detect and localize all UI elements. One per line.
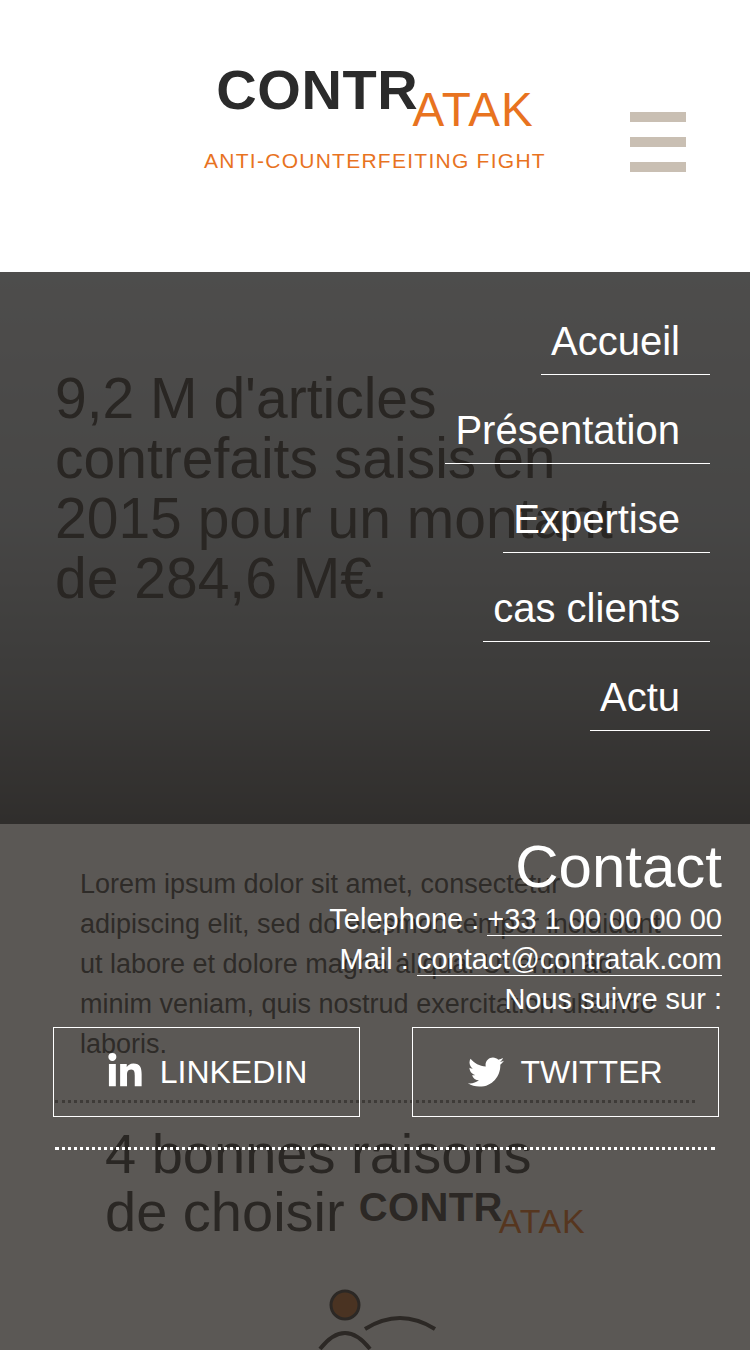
logo-word-orange: ATAK: [413, 86, 534, 134]
nav-menu: Accueil Présentation Expertise cas clients A…: [445, 316, 750, 731]
logo-word-dark: CONTR: [216, 62, 418, 118]
nav-item[interactable]: Accueil: [541, 316, 710, 375]
contact-block: ContactTelephone : +33 1 00 00 00 00Mail…: [0, 835, 750, 1019]
header: CONTRATAK ANTI-COUNTERFEITING FIGHT: [0, 0, 750, 272]
contact-phone: Telephone : +33 1 00 00 00 00: [329, 899, 722, 939]
hamburger-menu-icon[interactable]: [630, 112, 686, 172]
logo[interactable]: CONTRATAK ANTI-COUNTERFEITING FIGHT: [204, 62, 546, 173]
follow-label: Nous suivre sur :: [504, 979, 722, 1019]
menu-overlay: Accueil Présentation Expertise cas clients A…: [0, 272, 750, 1350]
logo-tagline: ANTI-COUNTERFEITING FIGHT: [204, 149, 546, 173]
nav-item[interactable]: Actu: [590, 672, 710, 731]
social-row: LINKEDIN TWITTER: [0, 1027, 750, 1117]
mail-link[interactable]: contact@contratak.com: [417, 943, 722, 976]
linkedin-button[interactable]: LINKEDIN: [53, 1027, 360, 1117]
linkedin-icon: [106, 1053, 144, 1091]
nav-item[interactable]: Expertise: [503, 494, 710, 553]
contact-mail: Mail : contact@contratak.com: [340, 939, 722, 979]
twitter-button[interactable]: TWITTER: [412, 1027, 719, 1117]
overlay-separator: [55, 1147, 715, 1150]
nav-item[interactable]: cas clients: [483, 583, 710, 642]
nav-item[interactable]: Présentation: [445, 405, 710, 464]
twitter-icon: [468, 1054, 504, 1090]
phone-link[interactable]: +33 1 00 00 00 00: [487, 903, 722, 936]
contact-title: Contact: [515, 835, 722, 899]
page: CONTRATAKANTI-COUNTERFEITING FIGHT9,2 M …: [0, 0, 750, 1350]
